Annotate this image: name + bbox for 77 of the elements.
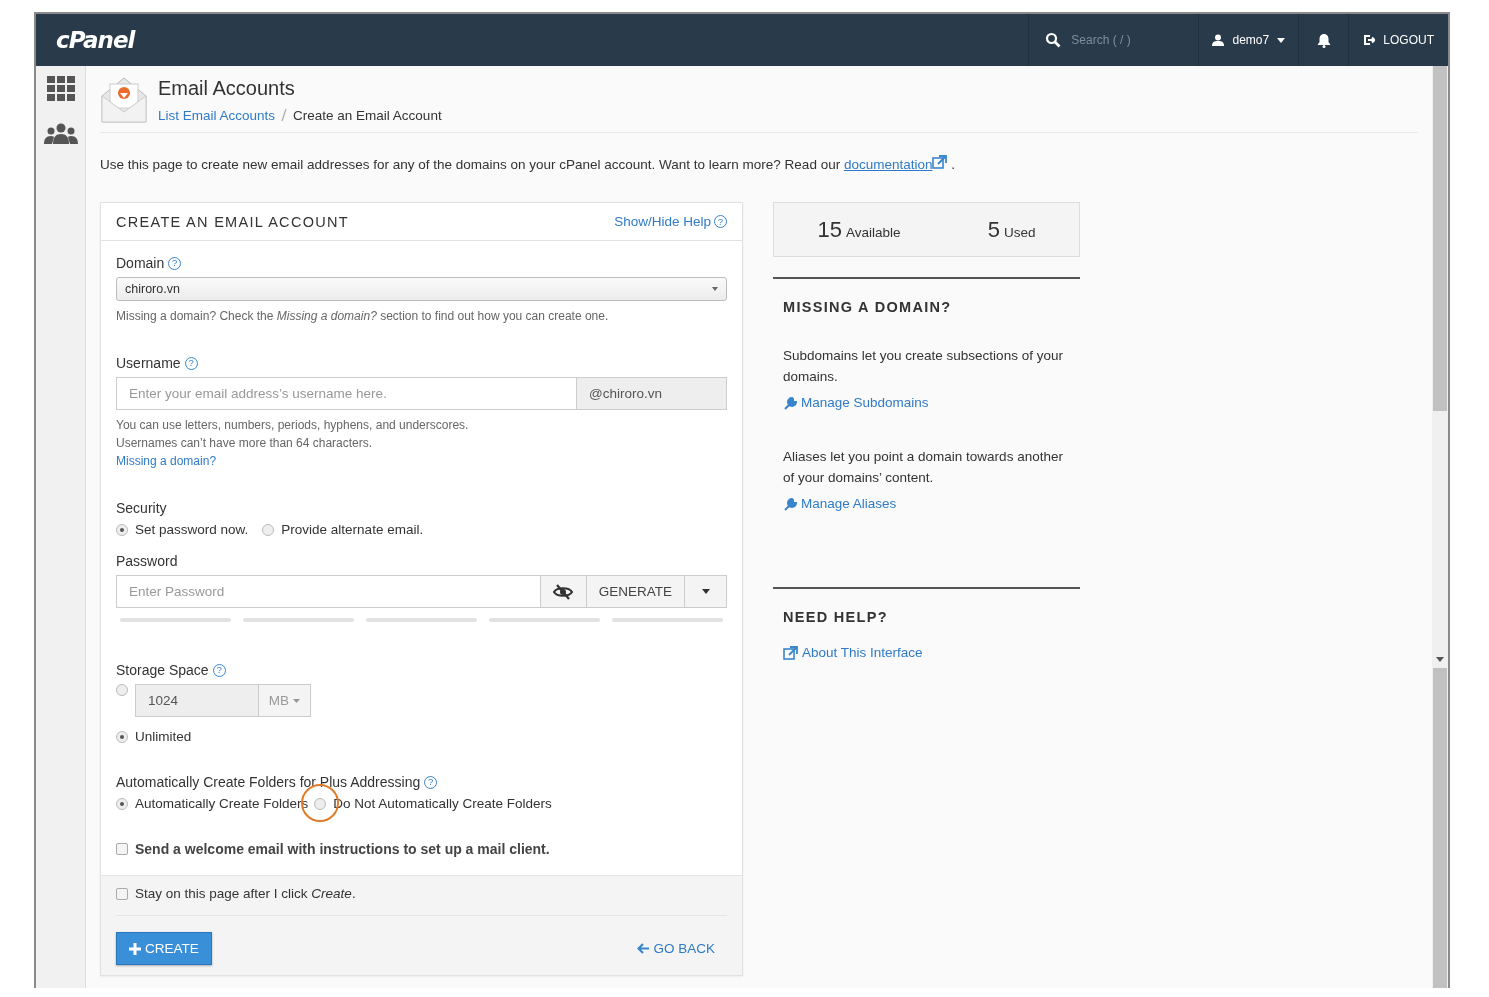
checkbox[interactable] bbox=[116, 887, 128, 900]
radio-label: Set password now. bbox=[135, 522, 249, 537]
quota-field[interactable]: 1024 MB bbox=[135, 684, 311, 717]
caret-icon bbox=[712, 287, 718, 291]
username-label: demo7 bbox=[1232, 33, 1270, 47]
checkbox-label: Stay on this page after I click Create. bbox=[135, 886, 356, 901]
scrollbar[interactable] bbox=[1432, 66, 1448, 988]
intro-text: Use this page to create new email addresses for any of the domains on your cPanel account. Want to learn more? Read our documentation . bbox=[100, 155, 956, 172]
missing-domain-link[interactable]: Missing a domain? bbox=[116, 454, 217, 468]
unit-select[interactable]: MB bbox=[257, 685, 310, 716]
password-field[interactable]: Enter Password bbox=[116, 575, 541, 608]
show-hide-help-link[interactable]: Show/Hide Help ? bbox=[614, 214, 727, 229]
stat-value: 5 bbox=[987, 216, 1000, 243]
stat-label: Available bbox=[846, 224, 901, 240]
wrench-icon bbox=[783, 496, 797, 511]
create-button[interactable]: CREATE bbox=[116, 932, 212, 965]
stat-value: 15 bbox=[817, 216, 843, 243]
field-label: Automatically Create Folders for Plus Addressing bbox=[116, 774, 421, 790]
documentation-link[interactable]: documentation bbox=[843, 157, 948, 172]
plus-icon bbox=[129, 942, 141, 955]
radio-button[interactable] bbox=[116, 730, 128, 743]
email-envelope-icon bbox=[100, 76, 148, 124]
radio-label: Provide alternate email. bbox=[281, 522, 424, 537]
domain-select[interactable]: chiroro.vn bbox=[116, 277, 727, 301]
help-text: Missing a domain? Check the Missing a domain? section to find out how you can create one. bbox=[116, 308, 610, 325]
caret-icon bbox=[701, 589, 710, 594]
logout-icon bbox=[1363, 34, 1376, 46]
breadcrumb-separator bbox=[281, 108, 288, 122]
help-text: Usernames can’t have more than 64 characters. bbox=[116, 435, 374, 452]
field-label: Password bbox=[116, 553, 178, 569]
field-label: Domain bbox=[116, 255, 165, 271]
caret-icon bbox=[293, 698, 300, 703]
radio-label: Unlimited bbox=[135, 729, 192, 744]
search-field[interactable]: Search ( / ) bbox=[1069, 32, 1180, 48]
user-icon bbox=[1212, 34, 1225, 46]
caret-icon bbox=[1277, 37, 1286, 43]
about-interface-link[interactable]: About This Interface bbox=[783, 645, 1070, 660]
arrow-down-icon bbox=[1436, 657, 1444, 662]
radio-button[interactable] bbox=[314, 797, 327, 810]
dropdown-button[interactable] bbox=[685, 575, 727, 608]
radio-button[interactable] bbox=[262, 523, 275, 536]
bell-icon bbox=[1316, 32, 1331, 48]
user-menu[interactable]: demo7 bbox=[1198, 14, 1299, 66]
section-title: MISSING A DOMAIN? bbox=[783, 299, 953, 315]
breadcrumb-link[interactable]: List Email Accounts bbox=[158, 108, 276, 123]
external-link-icon bbox=[932, 155, 948, 169]
card-title: CREATE AN EMAIL ACCOUNT bbox=[116, 213, 349, 230]
wrench-icon bbox=[783, 395, 797, 410]
stat-label: Used bbox=[1003, 224, 1036, 240]
radio-button[interactable] bbox=[116, 523, 128, 536]
section-text: Aliases let you point a domain towards another of your domains’ content. bbox=[783, 448, 1064, 487]
manage-link[interactable]: Manage Aliases bbox=[783, 496, 1070, 511]
toggle-visibility-button[interactable] bbox=[540, 575, 587, 608]
section-title: NEED HELP? bbox=[783, 609, 889, 625]
generate-button[interactable]: GENERATE bbox=[586, 575, 685, 608]
logo[interactable]: cPanel bbox=[56, 27, 135, 53]
domain-suffix: @chiroro.vn bbox=[577, 377, 727, 410]
field-label: Username bbox=[116, 355, 181, 371]
help-text: You can use letters, numbers, periods, hyphens, and underscores. bbox=[116, 417, 470, 434]
field-label: Security bbox=[116, 500, 167, 516]
grid-icon[interactable] bbox=[46, 76, 75, 101]
breadcrumb-current: Create an Email Account bbox=[293, 108, 442, 123]
radio-button[interactable] bbox=[116, 684, 128, 696]
section-text: Subdomains let you create subsections of your domains. bbox=[783, 347, 1064, 386]
go-back-link[interactable]: GO BACK bbox=[637, 941, 715, 956]
eye-slash-icon bbox=[553, 583, 574, 600]
external-link-icon bbox=[783, 645, 798, 660]
search-icon bbox=[1045, 32, 1062, 48]
username-field[interactable]: Enter your email address’s username here. bbox=[116, 377, 577, 410]
users-icon[interactable] bbox=[43, 123, 78, 145]
radio-button[interactable] bbox=[116, 797, 128, 810]
field-label: Storage Space bbox=[116, 662, 209, 678]
manage-link[interactable]: Manage Subdomains bbox=[783, 395, 1070, 410]
checkbox-label: Send a welcome email with instructions to set up a mail client. bbox=[135, 841, 550, 857]
page-title: Email Accounts bbox=[158, 77, 296, 100]
arrow-left-icon bbox=[637, 943, 650, 954]
checkbox[interactable] bbox=[116, 843, 128, 855]
